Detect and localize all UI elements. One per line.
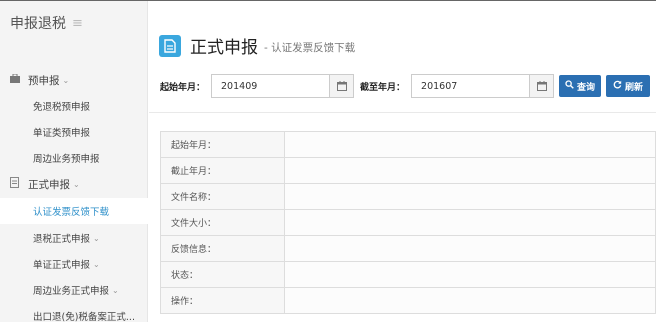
sidebar-item-exempt-pre[interactable]: 免退税预申报 (0, 93, 148, 119)
sidebar-item-refund-formal[interactable]: 退税正式申报 ⌄ (0, 225, 148, 251)
sidebar-title: 申报退税 (10, 16, 66, 32)
calendar-icon[interactable] (329, 75, 354, 97)
sidebar-item-label: 单证类预申报 (33, 128, 91, 139)
main-content: 正式申报 - 认证发票反馈下载 起始年月： 201409 截至年月： 20160… (149, 1, 656, 322)
sidebar: 申报退税 ≡ 预申报 ⌄ 免退税预申报 单证类预申报 周边业务预申报 正式申报 … (0, 1, 148, 322)
start-month-field[interactable]: 201409 (211, 74, 355, 98)
row-label: 截止年月： (160, 157, 285, 184)
chevron-down-icon: ⌄ (73, 179, 80, 189)
start-month-value[interactable]: 201409 (212, 81, 329, 92)
sidebar-item-peripheral-pre[interactable]: 周边业务预申报 (0, 145, 148, 171)
sidebar-item-formal-declare[interactable]: 正式申报 ⌄ (0, 171, 148, 197)
start-month-label: 起始年月： (160, 82, 206, 93)
briefcase-icon (10, 73, 22, 86)
row-label: 状态： (160, 261, 285, 288)
row-label: 操作： (160, 287, 285, 314)
sidebar-item-invoice-feedback[interactable]: 认证发票反馈下载 (0, 198, 148, 224)
sidebar-item-label: 正式申报 (28, 178, 70, 191)
calendar-icon[interactable] (529, 75, 554, 97)
row-label: 文件名称： (160, 183, 285, 210)
row-value (284, 235, 656, 262)
refresh-button-label: 刷新 (625, 82, 644, 93)
document-icon (159, 34, 181, 57)
sidebar-item-pre-declare[interactable]: 预申报 ⌄ (0, 67, 148, 93)
sidebar-item-filing-formal[interactable]: 出口退(免)税备案正式... (0, 303, 148, 322)
table-row: 文件名称： (160, 183, 656, 210)
row-value (284, 131, 656, 158)
row-value (284, 287, 656, 314)
end-month-label: 截至年月： (360, 82, 406, 93)
row-value (284, 209, 656, 236)
end-month-value[interactable]: 201607 (412, 81, 529, 92)
row-value (284, 157, 656, 184)
chevron-down-icon: ⌄ (93, 259, 100, 269)
page-subtitle: - 认证发票反馈下载 (264, 42, 356, 54)
row-label: 起始年月： (160, 131, 285, 158)
table-row: 截止年月： (160, 157, 656, 184)
document-icon (10, 177, 22, 191)
search-icon (565, 80, 574, 92)
sidebar-item-label: 单证正式申报 (33, 260, 91, 271)
sidebar-item-label: 周边业务正式申报 (33, 286, 110, 297)
sidebar-item-peripheral-formal[interactable]: 周边业务正式申报 ⌄ (0, 277, 148, 303)
row-value (284, 261, 656, 288)
sidebar-item-label: 出口退(免)税备案正式... (33, 312, 135, 322)
row-label: 反馈信息： (160, 235, 285, 262)
row-label: 文件大小： (160, 209, 285, 236)
sidebar-item-label: 免退税预申报 (33, 102, 91, 113)
row-value (284, 183, 656, 210)
hamburger-icon[interactable]: ≡ (72, 16, 83, 31)
table-row: 起始年月： (160, 131, 656, 158)
sidebar-item-label: 认证发票反馈下载 (33, 207, 110, 218)
chevron-down-icon: ⌄ (112, 285, 119, 295)
divider (149, 112, 656, 113)
page-title: 正式申报 (190, 38, 258, 58)
table-row: 反馈信息： (160, 235, 656, 262)
sidebar-item-label: 退税正式申报 (33, 234, 91, 245)
result-table: 起始年月： 截止年月： 文件名称： 文件大小： 反馈信息： 状态： 操作： (160, 131, 656, 314)
page-title-row: 正式申报 - 认证发票反馈下载 (159, 33, 355, 58)
table-row: 状态： (160, 261, 656, 288)
chevron-down-icon: ⌄ (93, 233, 100, 243)
sidebar-header: 申报退税 ≡ (0, 1, 147, 45)
chevron-down-icon: ⌄ (62, 75, 70, 85)
table-row: 操作： (160, 287, 656, 314)
refresh-button[interactable]: 刷新 (606, 75, 651, 97)
sidebar-item-doc-pre[interactable]: 单证类预申报 (0, 119, 148, 145)
sidebar-item-label: 预申报 (28, 74, 60, 87)
end-month-field[interactable]: 201607 (411, 74, 555, 98)
query-button[interactable]: 查询 (559, 75, 602, 97)
query-button-label: 查询 (577, 82, 596, 93)
filter-bar: 起始年月： 201409 截至年月： 201607 查询 刷新 (160, 74, 651, 98)
refresh-icon (613, 80, 622, 92)
sidebar-item-doc-formal[interactable]: 单证正式申报 ⌄ (0, 251, 148, 277)
sidebar-item-label: 周边业务预申报 (33, 154, 100, 165)
table-row: 文件大小： (160, 209, 656, 236)
